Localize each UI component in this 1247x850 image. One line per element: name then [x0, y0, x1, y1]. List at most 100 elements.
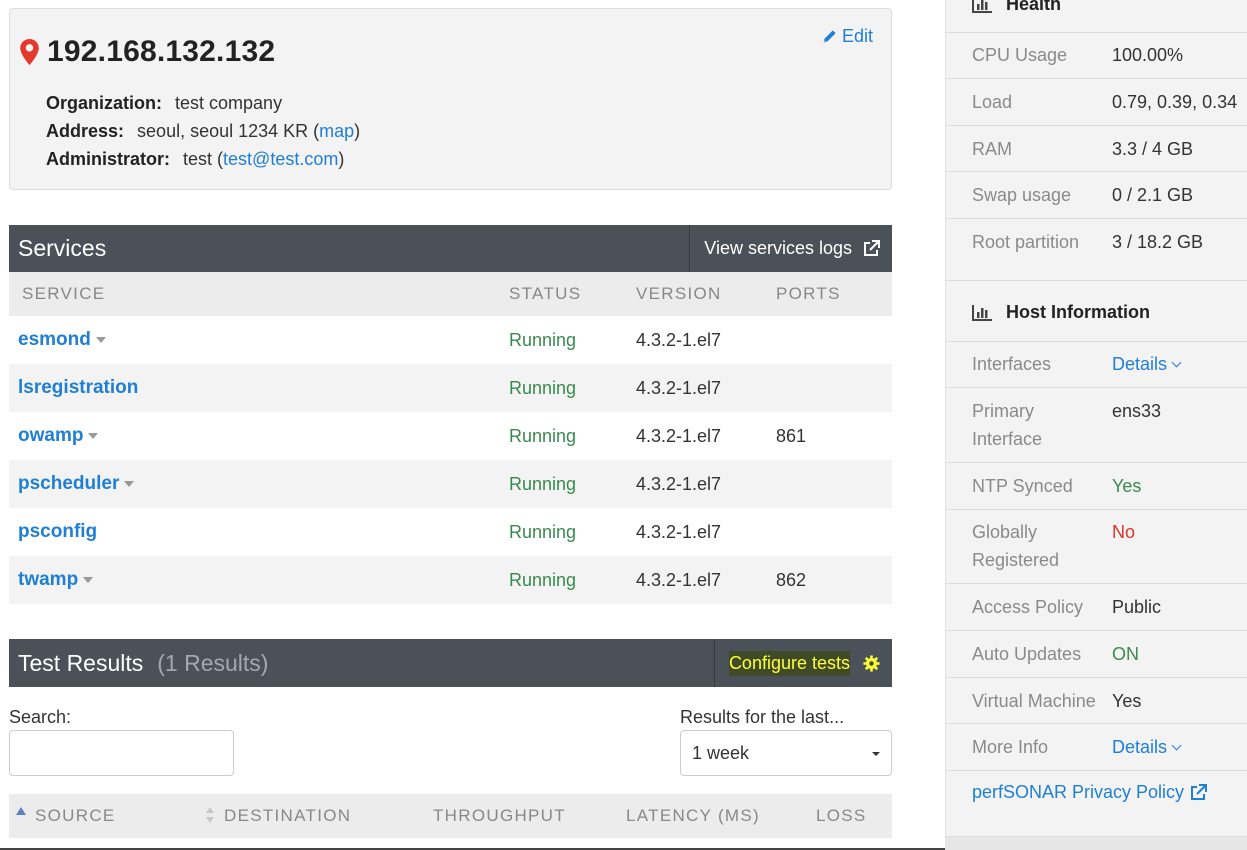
- admin-email-link[interactable]: test@test.com: [223, 149, 338, 169]
- col-version: VERSION: [636, 272, 776, 316]
- caret-down-icon[interactable]: [95, 337, 106, 344]
- col-destination[interactable]: DESTINATION: [224, 806, 351, 826]
- service-ports: 862: [776, 556, 892, 604]
- view-logs-label: View services logs: [704, 238, 852, 258]
- col-source[interactable]: SOURCE: [35, 806, 116, 826]
- host-card: 192.168.132.132 Edit Organization: test …: [9, 8, 892, 190]
- health-value: 0.79, 0.39, 0.34: [1112, 92, 1238, 112]
- organization-row: Organization: test company: [46, 89, 360, 117]
- col-latency[interactable]: LATENCY (MS): [626, 806, 760, 826]
- host-key: Interfaces: [972, 354, 1052, 374]
- external-link-icon: [864, 239, 880, 256]
- sort-asc-icon[interactable]: [16, 807, 26, 816]
- col-loss[interactable]: LOSS: [816, 806, 867, 826]
- more-info-details-label: Details: [1112, 737, 1168, 757]
- health-value: 3.3 / 4 GB: [1112, 139, 1194, 159]
- test-results-header: Test Results (1 Results) Configure tests: [9, 639, 892, 687]
- service-name-twamp[interactable]: twamp: [18, 569, 78, 590]
- service-status: Running: [509, 425, 577, 446]
- sort-both-icon[interactable]: [205, 807, 215, 825]
- caret-down-icon[interactable]: [124, 481, 135, 488]
- host-key-line1: Primary: [972, 401, 1034, 421]
- service-ports: [776, 508, 892, 556]
- host-row-interfaces: Interfaces Details: [946, 341, 1247, 388]
- host-key-line1: Globally: [972, 522, 1038, 542]
- service-name-psconfig[interactable]: psconfig: [18, 521, 97, 542]
- chevron-down-icon: [1171, 740, 1182, 751]
- configure-tests-button[interactable]: Configure tests: [713, 639, 892, 687]
- service-status: Running: [509, 556, 636, 604]
- table-row: psconfig Running 4.3.2-1.el7: [9, 508, 892, 556]
- service-name-owamp[interactable]: owamp: [18, 425, 83, 446]
- table-row: owamp Running 4.3.2-1.el7 861: [9, 412, 892, 460]
- view-services-logs-button[interactable]: View services logs: [689, 225, 892, 272]
- service-version: 4.3.2-1.el7: [636, 460, 776, 508]
- host-info-header: Host Information: [972, 302, 1150, 323]
- pencil-icon: [823, 30, 836, 44]
- host-key: More Info: [972, 737, 1049, 757]
- administrator-label: Administrator:: [46, 149, 171, 169]
- service-name-lsregistration[interactable]: lsregistration: [18, 377, 138, 398]
- test-results-count: (1 Results): [157, 649, 269, 676]
- service-name-pscheduler[interactable]: pscheduler: [18, 473, 119, 494]
- host-row-vm: Virtual Machine Yes: [946, 678, 1247, 724]
- map-pin-icon: [20, 39, 39, 65]
- health-key: Load: [972, 92, 1013, 112]
- admin-close: ): [338, 149, 345, 169]
- organization-label: Organization:: [46, 93, 162, 113]
- address-close: ): [354, 121, 361, 141]
- right-sidebar: Health CPU Usage 100.00% Load 0.79, 0.39…: [945, 0, 1247, 850]
- administrator-value: test (: [183, 149, 224, 169]
- service-version: 4.3.2-1.el7: [636, 329, 722, 350]
- services-title: Services: [18, 235, 107, 261]
- service-version: 4.3.2-1.el7: [636, 556, 776, 604]
- interfaces-details-label: Details: [1112, 354, 1168, 374]
- address-label: Address:: [46, 121, 125, 141]
- privacy-policy-label: perfSONAR Privacy Policy: [972, 782, 1185, 802]
- more-info-details-link[interactable]: Details: [1112, 733, 1182, 761]
- services-table: SERVICE STATUS VERSION PORTS esmond Runn…: [9, 272, 892, 604]
- service-version: 4.3.2-1.el7: [636, 364, 776, 412]
- host-key: Auto Updates: [972, 644, 1082, 664]
- map-link[interactable]: map: [319, 121, 354, 141]
- service-status: Running: [509, 460, 636, 508]
- test-results-title: Test Results (1 Results): [9, 650, 714, 677]
- service-ports: [776, 364, 892, 412]
- search-input[interactable]: [9, 730, 234, 776]
- host-value: No: [1112, 522, 1136, 542]
- col-status: STATUS: [509, 272, 636, 316]
- host-row-auto-updates: Auto Updates ON: [946, 631, 1247, 678]
- col-throughput[interactable]: THROUGHPUT: [433, 806, 566, 826]
- host-row-primary-interface: Primary Interface ens33: [946, 388, 1247, 463]
- service-name-esmond[interactable]: esmond: [18, 329, 91, 350]
- privacy-policy-link[interactable]: perfSONAR Privacy Policy: [972, 782, 1208, 803]
- caret-down-icon[interactable]: [88, 433, 99, 440]
- host-value: Yes: [1112, 691, 1142, 711]
- time-range-value: 1 week: [692, 742, 750, 763]
- bar-chart-icon: [972, 0, 992, 13]
- services-table-header: SERVICE STATUS VERSION PORTS: [9, 272, 892, 316]
- service-ports: [776, 460, 892, 508]
- test-results-title-text: Test Results: [18, 649, 144, 676]
- health-value: 3 / 18.2 GB: [1112, 232, 1204, 252]
- health-key: CPU Usage: [972, 45, 1068, 65]
- table-row: esmond Running 4.3.2-1.el7: [9, 316, 892, 364]
- health-key: Root partition: [972, 232, 1080, 252]
- caret-down-icon[interactable]: [83, 577, 94, 584]
- host-row-ntp: NTP Synced Yes: [946, 463, 1247, 510]
- results-table-header: SOURCE DESTINATION THROUGHPUT LATENCY (M…: [9, 794, 892, 838]
- host-value: Yes: [1112, 476, 1142, 496]
- health-row-cpu: CPU Usage 100.00%: [946, 32, 1247, 79]
- time-range-select[interactable]: 1 week: [680, 730, 892, 776]
- administrator-row: Administrator: test (test@test.com): [46, 145, 360, 173]
- health-header: Health: [972, 0, 1061, 15]
- col-service: SERVICE: [9, 272, 509, 316]
- col-ports: PORTS: [776, 272, 892, 316]
- health-title: Health: [1006, 0, 1062, 14]
- external-link-icon: [1191, 783, 1208, 800]
- interfaces-details-link[interactable]: Details: [1112, 350, 1182, 378]
- host-key: Access Policy: [972, 597, 1084, 617]
- edit-link[interactable]: Edit: [822, 26, 873, 47]
- table-row: twamp Running 4.3.2-1.el7 862: [9, 556, 892, 604]
- host-title: 192.168.132.132: [20, 35, 275, 69]
